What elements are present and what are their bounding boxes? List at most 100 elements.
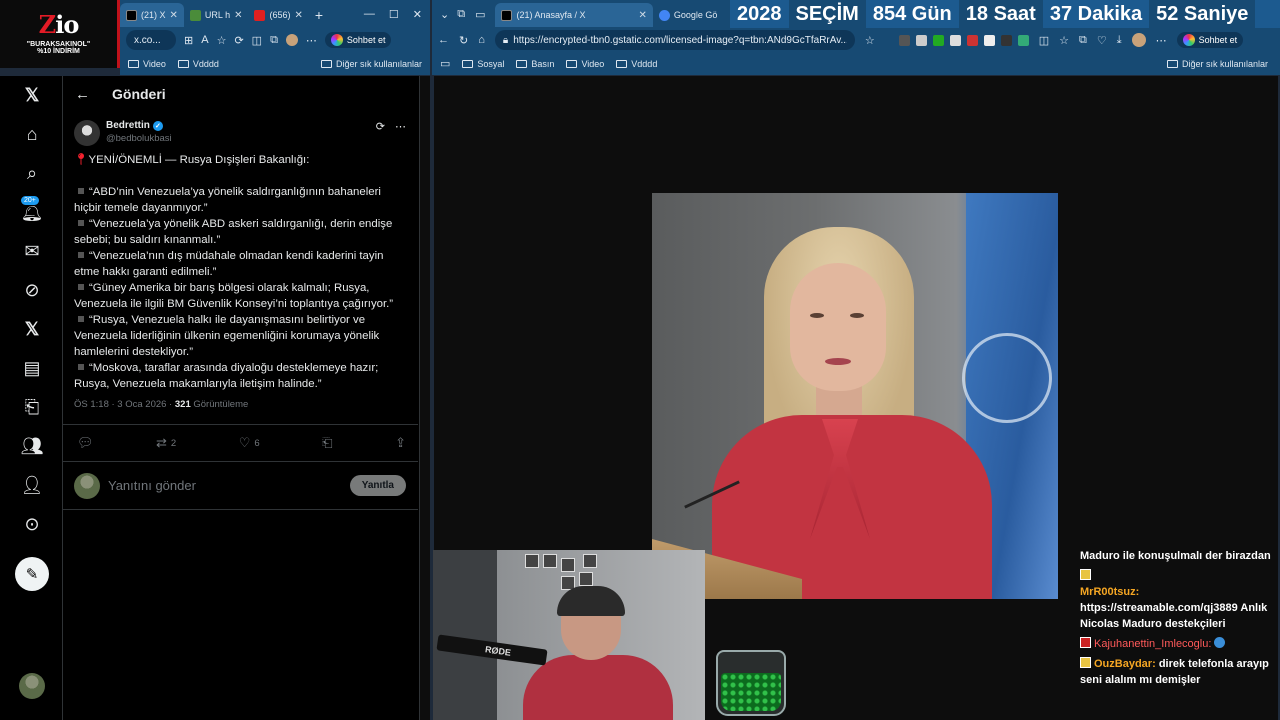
grok-explain-icon[interactable]: ⟳ — [376, 120, 385, 133]
donation-jar — [716, 650, 786, 716]
google-icon — [658, 9, 670, 21]
heart-icon[interactable]: ♡ — [1097, 34, 1107, 47]
un-emblem — [962, 333, 1052, 423]
reading-list-icon[interactable]: ▭ — [440, 57, 450, 70]
bookmark-basin[interactable]: Basın — [516, 59, 554, 69]
profile-avatar[interactable] — [1131, 33, 1146, 47]
x-logo-icon[interactable]: 𝕏 — [12, 78, 52, 112]
bullet-icon — [78, 252, 84, 258]
extension-icon[interactable]: ⟳ — [234, 34, 243, 47]
share-button[interactable]: ⇪ — [395, 435, 406, 451]
home-icon[interactable]: ⌂ — [12, 117, 52, 151]
close-tab-icon[interactable]: ✕ — [170, 10, 178, 21]
premium-icon[interactable]: 𝕏 — [12, 312, 52, 346]
split-icon[interactable]: ◫ — [1039, 34, 1049, 47]
x-scrollbar[interactable] — [420, 76, 430, 720]
messages-icon[interactable]: ✉ — [12, 234, 52, 268]
folder-icon — [566, 59, 578, 68]
tab-url[interactable]: URL h ✕ — [184, 3, 249, 27]
account-avatar[interactable] — [19, 673, 45, 699]
refresh-icon[interactable]: ↻ — [459, 34, 468, 47]
reply-button[interactable]: 💬︎ — [77, 435, 94, 451]
notifications-icon[interactable]: 🔔︎ 20+ — [12, 195, 52, 229]
favorite-icon[interactable]: ☆ — [865, 34, 875, 47]
bookmarks-icon[interactable]: ⎗ — [12, 390, 52, 424]
tab-google[interactable]: Google Gö — [653, 3, 724, 27]
bookmark-video[interactable]: Video — [566, 59, 604, 69]
folder-icon — [177, 59, 189, 68]
extension-icon[interactable] — [915, 34, 927, 46]
bookmark-sosyal[interactable]: Sosyal — [462, 59, 504, 69]
minimize-icon[interactable]: — — [364, 8, 375, 20]
extension-icon[interactable] — [1000, 34, 1012, 46]
favorite-icon[interactable]: ☆ — [217, 34, 227, 47]
favorites-icon[interactable]: ☆ — [1059, 34, 1069, 47]
extensions-row — [898, 34, 1029, 46]
folder-icon — [462, 59, 474, 68]
bookmark-other[interactable]: Diğer sık kullanılanlar — [1166, 59, 1268, 69]
pin-icon: 📍︎ — [74, 154, 89, 166]
extension-icon[interactable] — [1017, 34, 1029, 46]
compose-post-button[interactable]: ✎ — [15, 557, 49, 591]
retweet-button[interactable]: ⇄ 2 — [156, 435, 176, 451]
downloads-icon[interactable]: ⤓ — [1117, 34, 1122, 47]
close-tab-icon[interactable]: ✕ — [295, 10, 303, 21]
maximize-icon[interactable]: ☐ — [389, 8, 399, 21]
address-bar[interactable]: 🔒︎ https://encrypted-tbn0.gstatic.com/lic… — [494, 30, 855, 50]
profile-icon[interactable]: 👤︎ — [12, 468, 52, 502]
extension-icon[interactable] — [932, 34, 944, 46]
back-icon[interactable]: ← — [438, 34, 449, 46]
bookmark-other[interactable]: Diğer sık kullanılanlar — [320, 59, 422, 69]
reader-icon[interactable]: ⊞ — [184, 34, 193, 47]
x-post-column: ← Gönderi Bedrettin ✓ @bedbolukbasi ⟳ ⋯ 📍 — [62, 76, 418, 720]
lists-icon[interactable]: ▤ — [12, 351, 52, 385]
search-icon[interactable]: ⌕ — [12, 156, 52, 190]
author-avatar[interactable] — [74, 120, 100, 146]
bookmark-button[interactable]: ⎗ — [322, 435, 332, 451]
chat-message: Maduro ile konuşulmalı der birazdan — [1080, 550, 1271, 562]
news-photo — [652, 193, 1058, 599]
extension-icon[interactable] — [966, 34, 978, 46]
more-icon[interactable]: ⋯ — [306, 34, 317, 47]
new-tab-button[interactable]: + — [309, 3, 329, 27]
extension-icon[interactable] — [949, 34, 961, 46]
close-window-icon[interactable]: ✕ — [413, 8, 422, 21]
bookmark-vdddd[interactable]: Vdddd — [177, 59, 219, 69]
collections-icon[interactable]: ⧉ — [1079, 34, 1087, 47]
reply-input[interactable]: Yanıtını gönder — [108, 478, 342, 493]
collections-icon[interactable]: ⧉ — [270, 34, 278, 47]
extension-icon[interactable] — [983, 34, 995, 46]
bookmark-video[interactable]: Video — [128, 59, 166, 69]
like-button[interactable]: ♡ 6 — [239, 435, 260, 451]
post-point: “Moskova, taraflar arasında diyaloğu des… — [74, 362, 379, 390]
countdown-year: 2028 — [737, 2, 782, 25]
more-circle-icon[interactable]: ⊙ — [12, 507, 52, 541]
author-name-row[interactable]: Bedrettin ✓ — [106, 120, 172, 131]
grok-icon[interactable]: ⊘ — [12, 273, 52, 307]
more-icon[interactable]: ⋯ — [1156, 34, 1167, 47]
tab-youtube[interactable]: (656) ✕ — [248, 3, 308, 27]
close-tab-icon[interactable]: ✕ — [638, 10, 646, 21]
bookmark-vdddd[interactable]: Vdddd — [616, 59, 657, 69]
more-options-icon[interactable]: ⋯ — [395, 120, 406, 133]
profile-avatar[interactable] — [285, 34, 298, 46]
close-tab-icon[interactable]: ✕ — [234, 10, 242, 21]
copilot-chat-button[interactable]: Sohbet et — [1176, 32, 1244, 48]
split-icon[interactable]: ◫ — [252, 34, 262, 47]
translate-icon[interactable]: A — [201, 34, 208, 46]
extension-icon[interactable] — [898, 34, 910, 46]
author-handle[interactable]: @bedbolukbasi — [106, 133, 172, 144]
tab-actions-icon[interactable]: ⌄ — [440, 8, 449, 21]
tab-x[interactable]: (21) X ✕ — [120, 3, 184, 27]
communities-icon[interactable]: 👥︎ — [12, 429, 52, 463]
home-browser-icon[interactable]: ⌂ — [478, 34, 485, 46]
tab-history-icon[interactable]: ▭ — [475, 8, 485, 21]
right-bookmarks-bar: ▭ Sosyal Basın Video Vdddd Diğer sık kul… — [432, 52, 1280, 75]
copilot-chat-button[interactable]: Sohbet et — [324, 32, 392, 48]
tab-x-home[interactable]: (21) Anasayfa / X ✕ — [495, 3, 653, 27]
address-bar[interactable]: x.co... — [126, 30, 176, 50]
workspaces-icon[interactable]: ⧉ — [457, 8, 465, 21]
post-time[interactable]: ÖS 1:18 · 3 Oca 2026 · — [74, 399, 172, 410]
reply-submit-button[interactable]: Yanıtla — [349, 475, 406, 496]
back-arrow-icon[interactable]: ← — [75, 86, 90, 103]
